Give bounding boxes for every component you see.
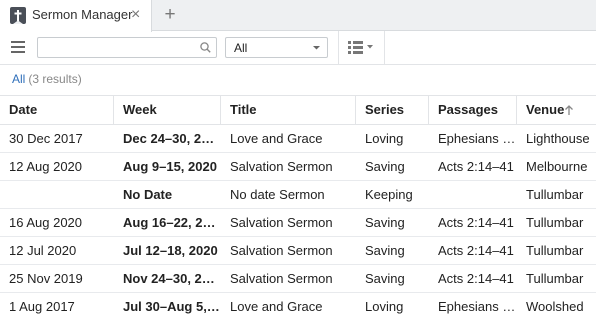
table-row[interactable]: 12 Aug 2020 Aug 9–15, 2020 Salvation Sermo… xyxy=(0,153,596,181)
view-options-button[interactable] xyxy=(348,41,374,58)
cell-week: Nov 24–30, 2… xyxy=(123,271,215,286)
results-count: (3 results) xyxy=(28,72,82,86)
cell-title: Salvation Sermon xyxy=(230,159,333,174)
filter-selected-value: All xyxy=(234,41,248,55)
results-filter-link[interactable]: All xyxy=(12,72,25,86)
table-row[interactable]: No Date No date Sermon Keeping Tullumbar xyxy=(0,181,596,209)
cell-title: Salvation Sermon xyxy=(230,271,333,286)
book-icon xyxy=(10,7,26,24)
toolbar: All xyxy=(0,31,596,65)
cell-date: 1 Aug 2017 xyxy=(9,299,75,314)
cell-title: Salvation Sermon xyxy=(230,215,333,230)
cell-week: Dec 24–30, 20… xyxy=(123,131,221,146)
cell-passages: Ephesians … xyxy=(438,131,516,146)
divider xyxy=(384,31,385,65)
grid-view-icon xyxy=(348,41,373,54)
cell-title: Love and Grace xyxy=(230,131,323,146)
divider xyxy=(338,31,339,65)
cell-title: No date Sermon xyxy=(230,187,325,202)
cell-week: Jul 30–Aug 5,… xyxy=(123,299,220,314)
column-header-title[interactable]: Title xyxy=(221,96,356,125)
cell-series: Saving xyxy=(365,215,405,230)
cell-venue: Tullumbar xyxy=(526,271,584,286)
column-header-date[interactable]: Date xyxy=(0,96,114,125)
table-row[interactable]: 25 Nov 2019 Nov 24–30, 2… Salvation Sermon… xyxy=(0,265,596,293)
cell-series: Saving xyxy=(365,243,405,258)
sort-ascending-icon xyxy=(565,105,573,115)
cell-week: Aug 9–15, 2020 xyxy=(123,159,217,174)
search-input[interactable] xyxy=(37,37,217,58)
cell-venue: Woolshed xyxy=(526,299,584,314)
column-header-venue-label: Venue xyxy=(526,102,565,117)
cell-passages: Acts 2:14–41 xyxy=(438,215,514,230)
table-row[interactable]: 16 Aug 2020 Aug 16–22, 2… Salvation Sermon… xyxy=(0,209,596,237)
cell-date: 25 Nov 2019 xyxy=(9,271,83,286)
cell-series: Saving xyxy=(365,159,405,174)
cell-week: Jul 12–18, 2020 xyxy=(123,243,218,258)
results-summary: All (3 results) xyxy=(12,72,82,86)
cell-series: Saving xyxy=(365,271,405,286)
cell-date: 12 Aug 2020 xyxy=(9,159,83,174)
add-tab-button[interactable]: + xyxy=(161,4,179,26)
cell-venue: Tullumbar xyxy=(526,243,584,258)
cell-passages xyxy=(429,181,517,208)
tab-bar: Sermon Manager × + xyxy=(0,0,596,32)
close-icon[interactable]: × xyxy=(131,6,140,24)
table-header: Date Week Title Series Passages Venue xyxy=(0,95,596,125)
cell-date: 30 Dec 2017 xyxy=(9,131,83,146)
cell-title: Love and Grace xyxy=(230,299,323,314)
cell-venue: Tullumbar xyxy=(526,187,584,202)
hamburger-menu-icon[interactable] xyxy=(11,41,25,53)
cell-passages: Acts 2:14–41 xyxy=(438,243,514,258)
cell-passages: Acts 2:14–41 xyxy=(438,271,514,286)
table-row[interactable]: 1 Aug 2017 Jul 30–Aug 5,… Love and Grace Lo… xyxy=(0,293,596,319)
cell-series: Loving xyxy=(365,131,404,146)
cell-week: No Date xyxy=(123,187,173,202)
cell-venue: Tullumbar xyxy=(526,215,584,230)
cell-date xyxy=(0,181,114,208)
table-row[interactable]: 12 Jul 2020 Jul 12–18, 2020 Salvation Serm… xyxy=(0,237,596,265)
column-header-passages[interactable]: Passages xyxy=(429,96,517,125)
cell-venue: Lighthouse xyxy=(526,131,590,146)
cell-series: Loving xyxy=(365,299,404,314)
cell-date: 16 Aug 2020 xyxy=(9,215,83,230)
column-header-series[interactable]: Series xyxy=(356,96,429,125)
tab-title: Sermon Manager xyxy=(32,7,133,22)
tab-sermon-manager[interactable]: Sermon Manager × xyxy=(0,0,152,32)
cell-passages: Ephesians … xyxy=(438,299,516,314)
cell-title: Salvation Sermon xyxy=(230,243,333,258)
column-header-week[interactable]: Week xyxy=(114,96,221,125)
table-row[interactable]: 30 Dec 2017 Dec 24–30, 20… Love and Grace L… xyxy=(0,125,596,153)
cell-venue: Melbourne xyxy=(526,159,588,174)
cell-date: 12 Jul 2020 xyxy=(9,243,77,258)
filter-select[interactable]: All xyxy=(225,37,328,58)
column-header-venue[interactable]: Venue xyxy=(517,96,596,125)
cell-series: Keeping xyxy=(365,187,413,202)
cell-passages: Acts 2:14–41 xyxy=(438,159,514,174)
chevron-down-icon xyxy=(313,46,320,50)
cell-week: Aug 16–22, 2… xyxy=(123,215,216,230)
search-icon xyxy=(200,42,211,53)
